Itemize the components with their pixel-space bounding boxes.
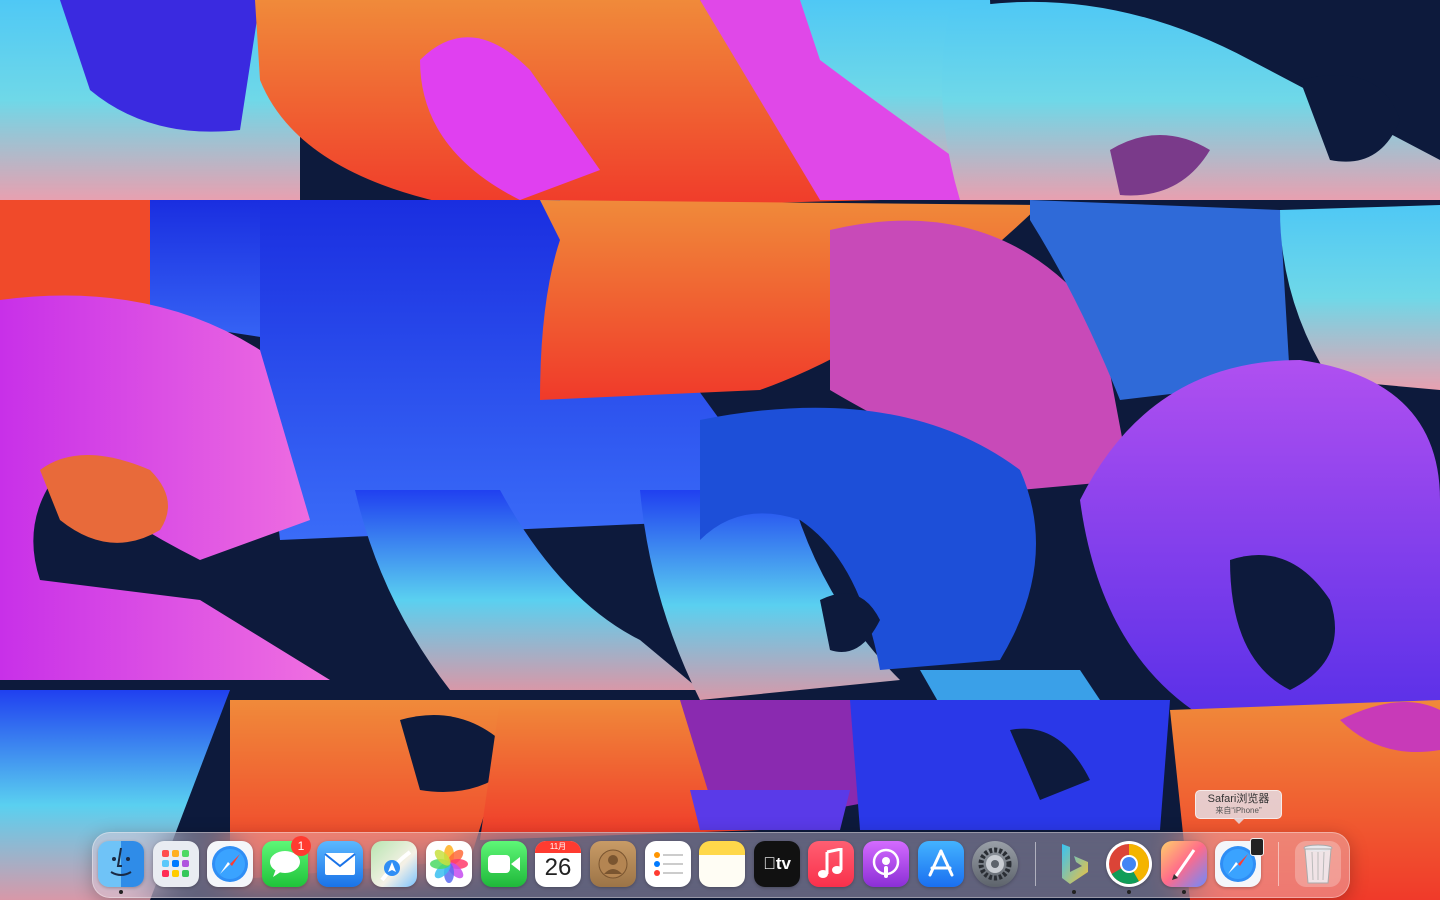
dock-item-music[interactable] [808, 841, 854, 887]
desktop-wallpaper [0, 0, 1440, 900]
music-icon [818, 848, 843, 878]
dock-item-bing[interactable] [1051, 841, 1097, 887]
dock-separator [1035, 842, 1036, 886]
dock-item-podcasts[interactable] [863, 841, 909, 887]
dock-tooltip: Safari浏览器 来自“iPhone” [1195, 790, 1282, 819]
reminders-icon [654, 852, 683, 876]
maps-icon [380, 850, 412, 882]
gear-icon [978, 847, 1012, 881]
dock-item-safari[interactable] [207, 841, 253, 887]
podcasts-icon [872, 848, 900, 878]
dock-item-finder[interactable] [98, 841, 144, 887]
dock-item-chrome[interactable] [1106, 841, 1152, 887]
iphone-handoff-icon [1250, 838, 1264, 856]
finder-icon [110, 847, 132, 876]
dock-item-facetime[interactable] [481, 841, 527, 887]
chrome-icon [1109, 844, 1149, 884]
messages-badge: 1 [291, 836, 311, 856]
bing-running-indicator [1072, 890, 1076, 894]
pixelmator-icon [1172, 849, 1196, 880]
chrome-running-indicator [1127, 890, 1131, 894]
tooltip-title: Safari浏览器 [1207, 793, 1270, 805]
mail-icon [324, 853, 356, 875]
app-store-icon [928, 849, 954, 877]
dock-item-maps[interactable] [371, 841, 417, 887]
dock-item-contacts[interactable] [590, 841, 636, 887]
tv-label: tv [769, 854, 791, 873]
wallpaper-ribbons [0, 0, 1440, 900]
dock-item-system-settings[interactable] [972, 841, 1018, 887]
dock-item-notes[interactable] [699, 841, 745, 887]
finder-running-indicator [119, 890, 123, 894]
pixelmator-running-indicator [1182, 890, 1186, 894]
contacts-icon [598, 849, 628, 879]
dock-separator-2 [1278, 842, 1279, 886]
dock-item-tv[interactable]: tv [754, 841, 800, 887]
calendar-month: 11月 [535, 841, 581, 853]
facetime-icon [488, 855, 520, 873]
dock-item-photos[interactable] [426, 841, 472, 887]
dock-item-launchpad[interactable] [153, 841, 199, 887]
dock-item-reminders[interactable] [645, 841, 691, 887]
tooltip-subtitle: 来自“iPhone” [1215, 806, 1262, 815]
tooltip-arrow [1233, 818, 1245, 824]
safari-icon [212, 846, 248, 882]
dock-item-trash[interactable] [1295, 841, 1341, 887]
bing-icon [1062, 844, 1088, 884]
dock-item-calendar[interactable]: 11月 26 [535, 841, 581, 887]
trash-icon [1303, 844, 1333, 884]
dock-item-app-store[interactable] [918, 841, 964, 887]
calendar-day: 26 [544, 854, 572, 881]
dock-item-pixelmator[interactable] [1161, 841, 1207, 887]
photos-icon [430, 845, 468, 883]
launchpad-icon [162, 850, 189, 877]
dock-item-mail[interactable] [317, 841, 363, 887]
tv-icon:  [763, 854, 776, 874]
